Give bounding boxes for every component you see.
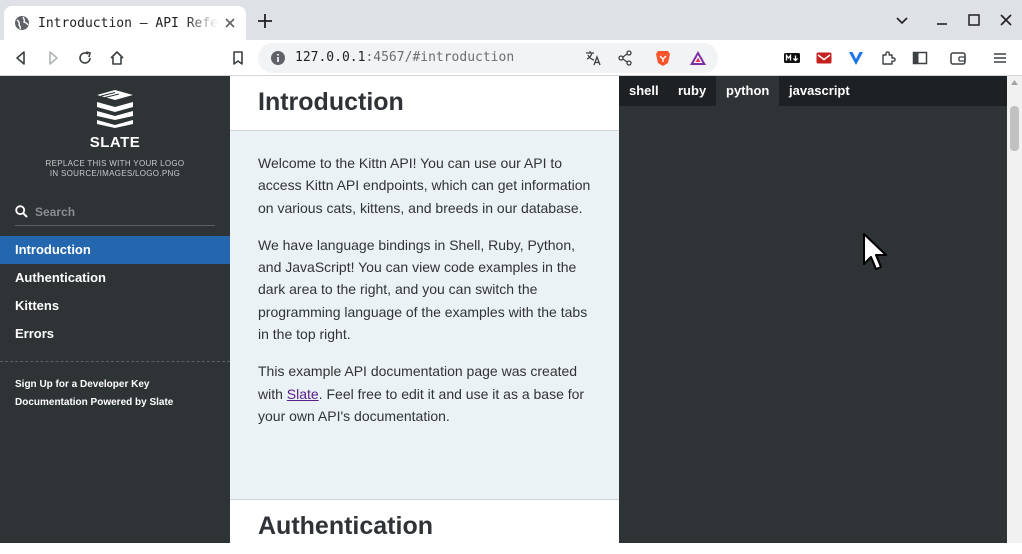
globe-icon — [15, 16, 29, 30]
close-tab-icon[interactable] — [222, 15, 238, 31]
lang-tab-python[interactable]: python — [716, 76, 780, 106]
new-tab-icon[interactable] — [256, 12, 274, 30]
search-box — [15, 200, 215, 226]
lang-tab-ruby[interactable]: ruby — [668, 76, 716, 106]
logo-subtitle: REPLACE THIS WITH YOUR LOGO IN SOURCE/IM… — [30, 159, 200, 179]
intro-paragraph-2: We have language bindings in Shell, Ruby… — [258, 236, 588, 343]
browser-tab-bar: Introduction – API Reference — [0, 0, 1022, 40]
search-icon — [15, 205, 28, 218]
tab-search-chevron-icon[interactable] — [894, 12, 910, 28]
authentication-heading-block: Authentication — [230, 499, 619, 554]
mail-extension-icon[interactable] — [815, 49, 833, 67]
vpn-extension-icon[interactable] — [847, 49, 865, 67]
toc-item-authentication[interactable]: Authentication — [0, 264, 230, 292]
intro-paragraph-1: Welcome to the Kittn API! You can use ou… — [258, 155, 591, 216]
page: SLATE REPLACE THIS WITH YOUR LOGO IN SOU… — [0, 76, 1022, 554]
powered-by-slate-link[interactable]: Documentation Powered by Slate — [15, 394, 173, 412]
brave-shield-icon[interactable] — [654, 49, 672, 67]
tab-title: Introduction – API Reference — [38, 15, 218, 31]
introduction-heading-block: Introduction — [230, 76, 619, 131]
code-examples-area: shell ruby python javascript — [619, 76, 1007, 543]
section-title-authentication: Authentication — [258, 512, 433, 540]
scroll-up-arrow-icon[interactable] — [1011, 80, 1018, 85]
url-path: :4567/#introduction — [365, 50, 515, 65]
logo-subtitle-line-1: REPLACE THIS WITH YOUR LOGO — [45, 159, 185, 168]
markdown-extension-icon[interactable] — [783, 49, 801, 67]
url-host: 127.0.0.1 — [295, 50, 366, 65]
logo-name: SLATE — [89, 134, 141, 151]
toc-divider — [0, 361, 230, 362]
translate-icon[interactable] — [584, 49, 602, 67]
site-info-icon[interactable] — [270, 50, 286, 66]
content-column: Introduction Welcome to the Kittn API! Y… — [230, 76, 619, 554]
logo-subtitle-line-2: IN SOURCE/IMAGES/LOGO.PNG — [49, 169, 181, 178]
books-logo-icon — [97, 90, 133, 128]
extensions-puzzle-icon[interactable] — [879, 49, 897, 67]
browser-tab[interactable]: Introduction – API Reference — [4, 6, 246, 40]
language-selector: shell ruby python javascript — [619, 76, 1007, 106]
sidebar-toggle-icon[interactable] — [911, 49, 929, 67]
close-window-icon[interactable] — [998, 12, 1014, 28]
developer-key-link[interactable]: Sign Up for a Developer Key — [15, 376, 173, 394]
toc-footer: Sign Up for a Developer Key Documentatio… — [15, 376, 173, 412]
maximize-icon[interactable] — [966, 12, 982, 28]
share-icon[interactable] — [616, 49, 634, 67]
page-title: Introduction — [258, 88, 404, 116]
toc-item-errors[interactable]: Errors — [0, 320, 230, 348]
reload-icon[interactable] — [76, 49, 94, 67]
search-input[interactable] — [35, 202, 213, 222]
minimize-icon[interactable] — [934, 12, 950, 28]
back-icon[interactable] — [12, 49, 30, 67]
bookmark-icon[interactable] — [229, 49, 247, 67]
lang-tab-javascript[interactable]: javascript — [779, 76, 860, 106]
page-scrollbar[interactable] — [1007, 76, 1022, 543]
browser-toolbar: 127.0.0.1:4567/#introduction — [0, 40, 1022, 76]
toc-item-kittens[interactable]: Kittens — [0, 292, 230, 320]
intro-paragraph-3: This example API documentation page was … — [258, 360, 598, 427]
table-of-contents: Introduction Authentication Kittens Erro… — [0, 236, 230, 348]
introduction-body: Welcome to the Kittn API! You can use ou… — [258, 152, 598, 442]
brave-rewards-icon[interactable] — [689, 49, 707, 67]
forward-icon[interactable] — [44, 49, 62, 67]
lang-tab-shell[interactable]: shell — [619, 76, 669, 106]
home-icon[interactable] — [108, 49, 126, 67]
wallet-icon[interactable] — [949, 49, 967, 67]
sidebar: SLATE REPLACE THIS WITH YOUR LOGO IN SOU… — [0, 76, 230, 543]
slate-link[interactable]: Slate — [287, 386, 319, 402]
address-bar[interactable]: 127.0.0.1:4567/#introduction — [258, 43, 718, 73]
scrollbar-thumb[interactable] — [1010, 106, 1019, 151]
menu-icon[interactable] — [991, 49, 1009, 67]
toc-item-introduction[interactable]: Introduction — [0, 236, 230, 264]
url-text: 127.0.0.1:4567/#introduction — [295, 50, 514, 65]
